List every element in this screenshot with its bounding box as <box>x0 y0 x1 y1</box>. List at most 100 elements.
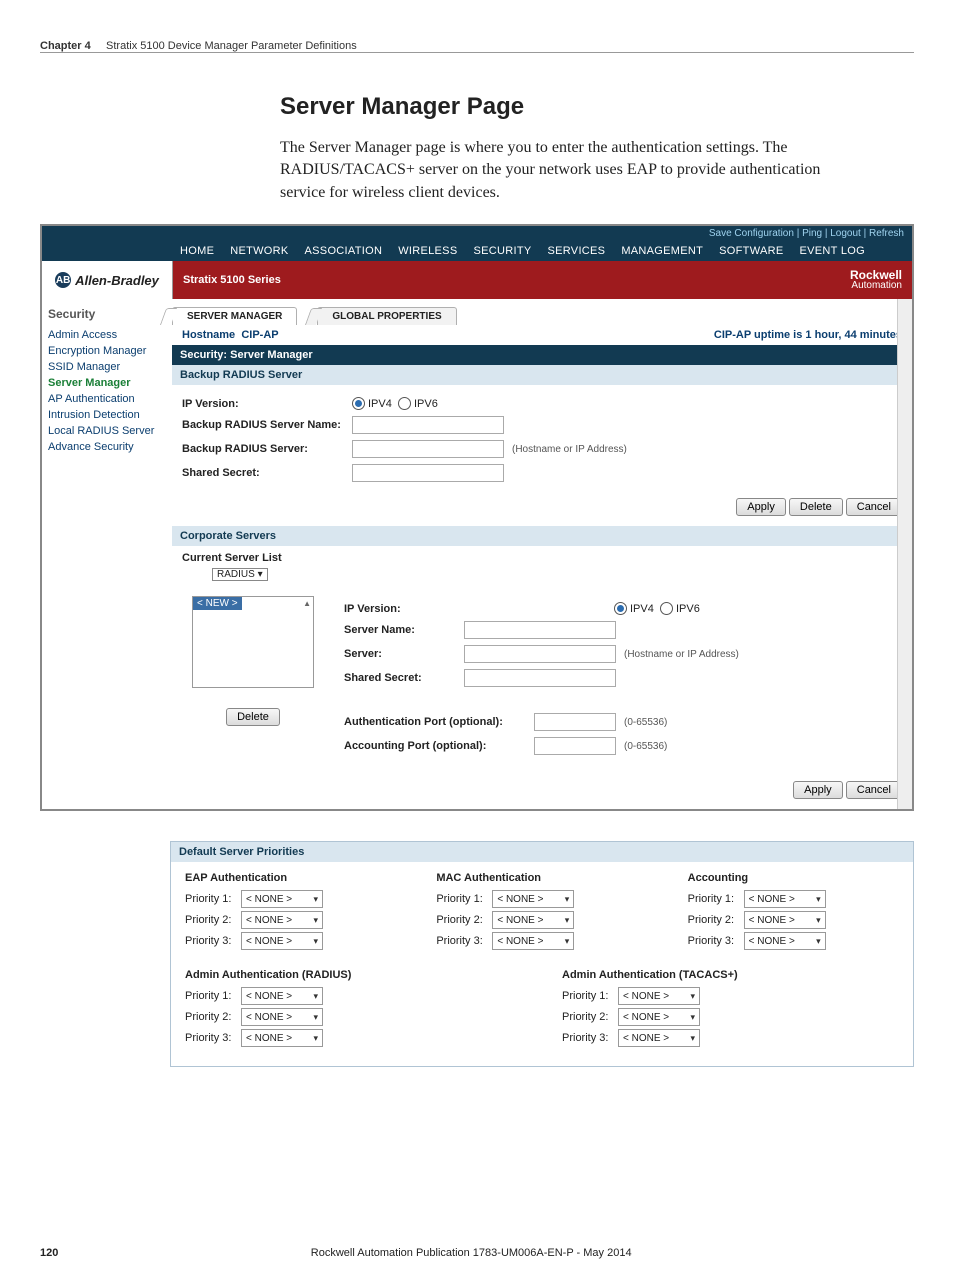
acct-port-input[interactable] <box>534 737 616 755</box>
priority-label: Priority 3: <box>436 935 492 947</box>
page-number: 120 <box>40 1247 58 1259</box>
priority-label: Priority 1: <box>185 990 241 1002</box>
nav-home[interactable]: HOME <box>172 241 222 261</box>
acct-port-label: Accounting Port (optional): <box>344 740 534 752</box>
running-header: Chapter 4 Stratix 5100 Device Manager Pa… <box>40 40 914 52</box>
priority-select[interactable]: < NONE > <box>241 932 323 950</box>
priority-select[interactable]: < NONE > <box>241 1008 323 1026</box>
new-server-item[interactable]: < NEW > <box>193 597 242 610</box>
priority-row: Priority 2:< NONE > <box>562 1008 899 1026</box>
backup-name-input[interactable] <box>352 416 504 434</box>
sidebar-item-encryption-manager[interactable]: Encryption Manager <box>48 343 166 359</box>
priority-select[interactable]: < NONE > <box>618 1008 700 1026</box>
delete-button[interactable]: Delete <box>789 498 843 516</box>
hostname-label: Hostname <box>182 329 235 341</box>
nav-services[interactable]: SERVICES <box>539 241 613 261</box>
corp-ipv6-radio[interactable] <box>660 602 673 615</box>
priority-select[interactable]: < NONE > <box>618 987 700 1005</box>
server-list-box[interactable]: < NEW > <box>192 596 314 688</box>
corp-servername-label: Server Name: <box>344 624 464 636</box>
cancel-button[interactable]: Cancel <box>846 498 902 516</box>
server-type-dropdown[interactable]: RADIUS ▾ <box>212 568 268 581</box>
sidebar-item-ssid-manager[interactable]: SSID Manager <box>48 359 166 375</box>
group-title: Admin Authentication (TACACS+) <box>562 969 899 981</box>
sidebar-item-admin-access[interactable]: Admin Access <box>48 327 166 343</box>
corporate-servers-form: Current Server List RADIUS ▾ < NEW > Del… <box>172 546 912 777</box>
nav-wireless[interactable]: WIRELESS <box>390 241 465 261</box>
priority-select[interactable]: < NONE > <box>241 911 323 929</box>
corp-ipv4-radio[interactable] <box>614 602 627 615</box>
priority-label: Priority 3: <box>688 935 744 947</box>
vertical-scrollbar[interactable] <box>897 299 912 809</box>
priority-row: Priority 1:< NONE > <box>185 890 396 908</box>
sidebar-item-server-manager[interactable]: Server Manager <box>48 375 166 391</box>
priority-select[interactable]: < NONE > <box>241 1029 323 1047</box>
ipv4-radio[interactable] <box>352 397 365 410</box>
priority-group: MAC AuthenticationPriority 1:< NONE >Pri… <box>436 872 647 953</box>
corporate-servers-header: Corporate Servers <box>172 526 912 546</box>
priority-select[interactable]: < NONE > <box>492 890 574 908</box>
series-bar: Stratix 5100 Series Rockwell Automation <box>173 261 912 299</box>
backup-server-input[interactable] <box>352 440 504 458</box>
page-footer: 120 Rockwell Automation Publication 1783… <box>40 1247 914 1259</box>
priority-row: Priority 3:< NONE > <box>185 932 396 950</box>
priority-label: Priority 2: <box>562 1011 618 1023</box>
nav-event-log[interactable]: EVENT LOG <box>792 241 873 261</box>
page-title: Server Manager Page <box>280 93 914 121</box>
apply-button[interactable]: Apply <box>736 498 786 516</box>
nav-network[interactable]: NETWORK <box>222 241 296 261</box>
priority-row: Priority 2:< NONE > <box>436 911 647 929</box>
priority-select[interactable]: < NONE > <box>744 911 826 929</box>
priority-select[interactable]: < NONE > <box>241 987 323 1005</box>
main-content: SERVER MANAGER GLOBAL PROPERTIES Hostnam… <box>172 299 912 809</box>
corp-apply-button[interactable]: Apply <box>793 781 843 799</box>
priority-select[interactable]: < NONE > <box>492 932 574 950</box>
priority-select[interactable]: < NONE > <box>492 911 574 929</box>
corp-host-hint: (Hostname or IP Address) <box>624 649 739 660</box>
ipv4-label: IPV4 <box>368 398 392 410</box>
chapter-title: Stratix 5100 Device Manager Parameter De… <box>106 40 357 52</box>
priority-row: Priority 3:< NONE > <box>436 932 647 950</box>
server-manager-screenshot: Save Configuration | Ping | Logout | Ref… <box>40 224 914 811</box>
priority-row: Priority 3:< NONE > <box>562 1029 899 1047</box>
shared-secret-input[interactable] <box>352 464 504 482</box>
corp-ipv4-label: IPV4 <box>630 603 654 615</box>
sidebar-item-intrusion-detection[interactable]: Intrusion Detection <box>48 407 166 423</box>
nav-security[interactable]: SECURITY <box>465 241 539 261</box>
sidebar-item-advance-security[interactable]: Advance Security <box>48 439 166 455</box>
brand-text: Allen-Bradley <box>75 273 159 288</box>
priority-select[interactable]: < NONE > <box>744 890 826 908</box>
corp-delete-button[interactable]: Delete <box>226 708 280 726</box>
priority-row: Priority 3:< NONE > <box>688 932 899 950</box>
uptime-text: CIP-AP uptime is 1 hour, 44 minutes <box>714 329 902 341</box>
nav-management[interactable]: MANAGEMENT <box>613 241 711 261</box>
priority-select[interactable]: < NONE > <box>241 890 323 908</box>
backup-radius-form: IP Version: IPV4 IPV6 Backup RADIUS Serv… <box>172 385 912 494</box>
priority-label: Priority 2: <box>185 1011 241 1023</box>
corp-cancel-button[interactable]: Cancel <box>846 781 902 799</box>
priority-label: Priority 1: <box>185 893 241 905</box>
auth-port-input[interactable] <box>534 713 616 731</box>
acct-port-range: (0-65536) <box>624 741 667 752</box>
priority-group: Admin Authentication (TACACS+)Priority 1… <box>562 969 899 1050</box>
ipv6-label: IPV6 <box>414 398 438 410</box>
corp-servername-input[interactable] <box>464 621 616 639</box>
corp-server-input[interactable] <box>464 645 616 663</box>
top-utility-links[interactable]: Save Configuration | Ping | Logout | Ref… <box>42 226 912 241</box>
tab-server-manager[interactable]: SERVER MANAGER <box>172 307 297 325</box>
sidebar-item-local-radius-server[interactable]: Local RADIUS Server <box>48 423 166 439</box>
sidebar-item-ap-authentication[interactable]: AP Authentication <box>48 391 166 407</box>
nav-association[interactable]: ASSOCIATION <box>297 241 391 261</box>
priority-label: Priority 3: <box>185 1032 241 1044</box>
corp-secret-input[interactable] <box>464 669 616 687</box>
ipv6-radio[interactable] <box>398 397 411 410</box>
nav-software[interactable]: SOFTWARE <box>711 241 791 261</box>
priority-select[interactable]: < NONE > <box>618 1029 700 1047</box>
group-title: Accounting <box>688 872 899 884</box>
priority-select[interactable]: < NONE > <box>744 932 826 950</box>
priority-row: Priority 2:< NONE > <box>688 911 899 929</box>
tab-global-properties[interactable]: GLOBAL PROPERTIES <box>317 307 456 325</box>
default-priorities-panel: Default Server Priorities EAP Authentica… <box>170 841 914 1067</box>
priorities-header: Default Server Priorities <box>171 842 913 862</box>
group-title: Admin Authentication (RADIUS) <box>185 969 522 981</box>
